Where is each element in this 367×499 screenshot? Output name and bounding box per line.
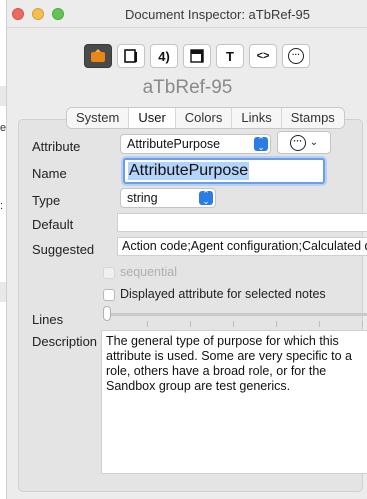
tab-stamps[interactable]: Stamps [281, 108, 344, 128]
attribute-popup[interactable]: AttributePurpose ⌃ ⌄ [120, 134, 271, 154]
popup-arrows-icon: ⌃ ⌄ [254, 136, 268, 152]
document-inspector-window: Document Inspector: aTbRef-95 4) T <> ··… [6, 0, 367, 499]
action-pane-icon: T [226, 48, 234, 64]
lines-label: Lines [32, 312, 64, 327]
type-popup-value: string [127, 191, 158, 205]
window-title: Document Inspector: aTbRef-95 [125, 7, 310, 22]
description-textarea[interactable]: The general type of purpose for which th… [101, 330, 367, 474]
chevron-down-icon: ⌄ [309, 137, 319, 148]
name-field[interactable]: AttributePurpose [123, 158, 325, 184]
general-pane-icon [90, 49, 106, 63]
default-label: Default [32, 217, 74, 232]
default-field[interactable] [117, 213, 367, 232]
slider-tick [362, 321, 363, 327]
quickstamp-pane-button[interactable]: 4) [150, 44, 178, 68]
type-popup[interactable]: string ⌃ ⌄ [120, 188, 216, 208]
lines-slider-knob[interactable] [103, 306, 111, 321]
close-window-button[interactable] [12, 8, 24, 20]
sequential-checkbox-label: sequential [120, 265, 177, 279]
text-pane-button[interactable] [117, 44, 145, 68]
inspector-toolbar: 4) T <> ··· [84, 44, 310, 70]
quickstamp-pane-icon: 4) [158, 48, 170, 64]
tab-links[interactable]: Links [232, 108, 282, 128]
slider-tick [147, 321, 148, 327]
attribute-popup-value: AttributePurpose [127, 137, 221, 151]
minimize-window-button[interactable] [32, 8, 44, 20]
sequential-checkbox[interactable] [103, 267, 115, 279]
general-pane-button[interactable] [84, 44, 112, 68]
text-pane-icon [123, 48, 139, 64]
tab-user[interactable]: User [129, 108, 176, 128]
tab-colors[interactable]: Colors [175, 108, 233, 128]
slider-tick [276, 321, 277, 327]
suggested-field[interactable]: Action code;Agent configuration;Calculat… [117, 237, 367, 256]
ellipsis-circle-icon: ··· [289, 134, 306, 151]
more-pane-button[interactable]: ··· [282, 44, 310, 68]
slider-tick [319, 321, 320, 327]
tab-system[interactable]: System [67, 108, 130, 128]
title-bar[interactable]: Document Inspector: aTbRef-95 [7, 0, 367, 28]
type-label: Type [32, 193, 61, 208]
displayed-attribute-checkbox[interactable] [103, 289, 115, 301]
attribute-label: Attribute [32, 139, 81, 154]
action-pane-button[interactable]: T [216, 44, 244, 68]
slider-tick [233, 321, 234, 327]
slider-tick [190, 321, 191, 327]
ellipsis-circle-icon: ··· [288, 48, 304, 64]
zoom-window-button[interactable] [52, 8, 64, 20]
name-label: Name [32, 166, 67, 181]
lines-slider-track[interactable] [107, 313, 367, 316]
note-name-heading: aTbRef-95 [142, 77, 233, 98]
code-pane-button[interactable]: <> [249, 44, 277, 68]
code-pane-icon: <> [256, 50, 270, 62]
suggested-label: Suggested [32, 242, 95, 257]
name-field-selected-text: AttributePurpose [128, 162, 250, 180]
displayed-attribute-checkbox-label: Displayed attribute for selected notes [120, 287, 326, 301]
description-label: Description [32, 334, 98, 349]
appearance-pane-icon [189, 48, 205, 64]
inspector-tabs: System User Colors Links Stamps [66, 107, 345, 129]
attribute-actions-button[interactable]: ··· ⌄ [277, 131, 331, 154]
popup-arrows-icon: ⌃ ⌄ [199, 190, 213, 206]
appearance-pane-button[interactable] [183, 44, 211, 68]
